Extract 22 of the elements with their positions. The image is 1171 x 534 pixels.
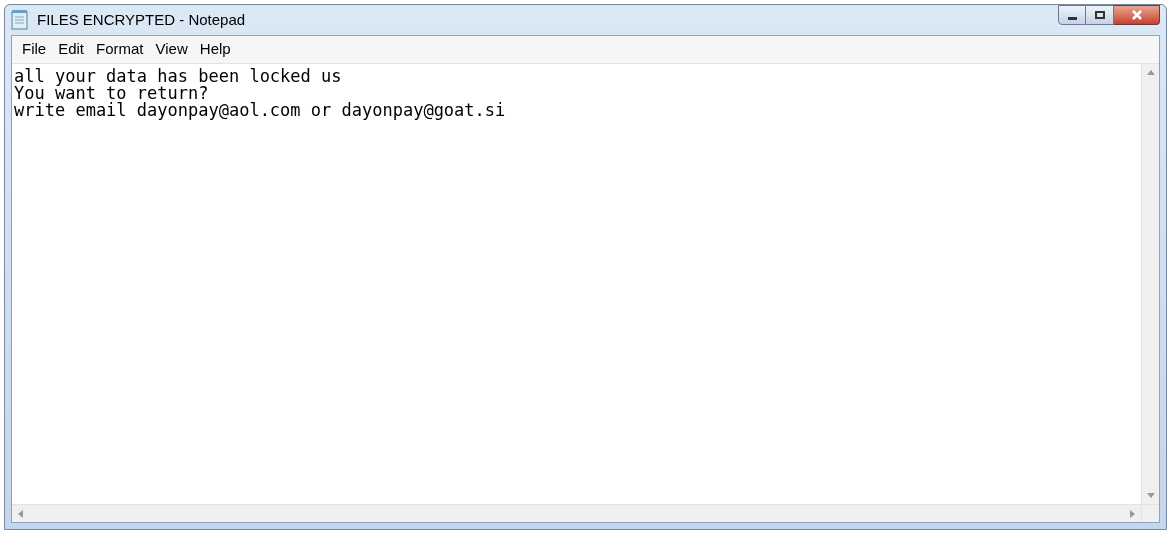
text-line: You want to return?	[14, 85, 209, 102]
text-line: write email dayonpay@aol.com or dayonpay@goat.si	[14, 102, 506, 119]
horizontal-scrollbar[interactable]	[12, 504, 1141, 522]
menu-item[interactable]: View	[149, 38, 194, 61]
down-arrow-icon[interactable]	[1146, 493, 1155, 498]
minimize-button[interactable]	[1058, 5, 1086, 25]
up-arrow-icon[interactable]	[1146, 70, 1155, 75]
text-line: all your data has been locked us	[14, 68, 342, 85]
menu-item[interactable]: Format	[90, 38, 150, 61]
window-title: FILES ENCRYPTED - Notepad	[37, 9, 246, 30]
close-icon	[1130, 10, 1143, 20]
left-arrow-icon[interactable]	[18, 509, 23, 518]
menu-item[interactable]: File	[16, 38, 53, 61]
size-grip[interactable]	[1141, 504, 1159, 522]
menu-item[interactable]: Help	[193, 38, 237, 61]
menu-item[interactable]: Edit	[52, 38, 91, 61]
right-arrow-icon[interactable]	[1130, 509, 1135, 518]
close-button[interactable]	[1114, 5, 1160, 25]
notepad-icon	[11, 10, 29, 30]
maximize-button[interactable]	[1086, 5, 1114, 25]
vertical-scrollbar[interactable]	[1141, 64, 1159, 504]
text-area[interactable]: all your data has been locked us You want to return? write email dayonpay@aol.com or dayonpay@goat.si	[12, 64, 1141, 504]
